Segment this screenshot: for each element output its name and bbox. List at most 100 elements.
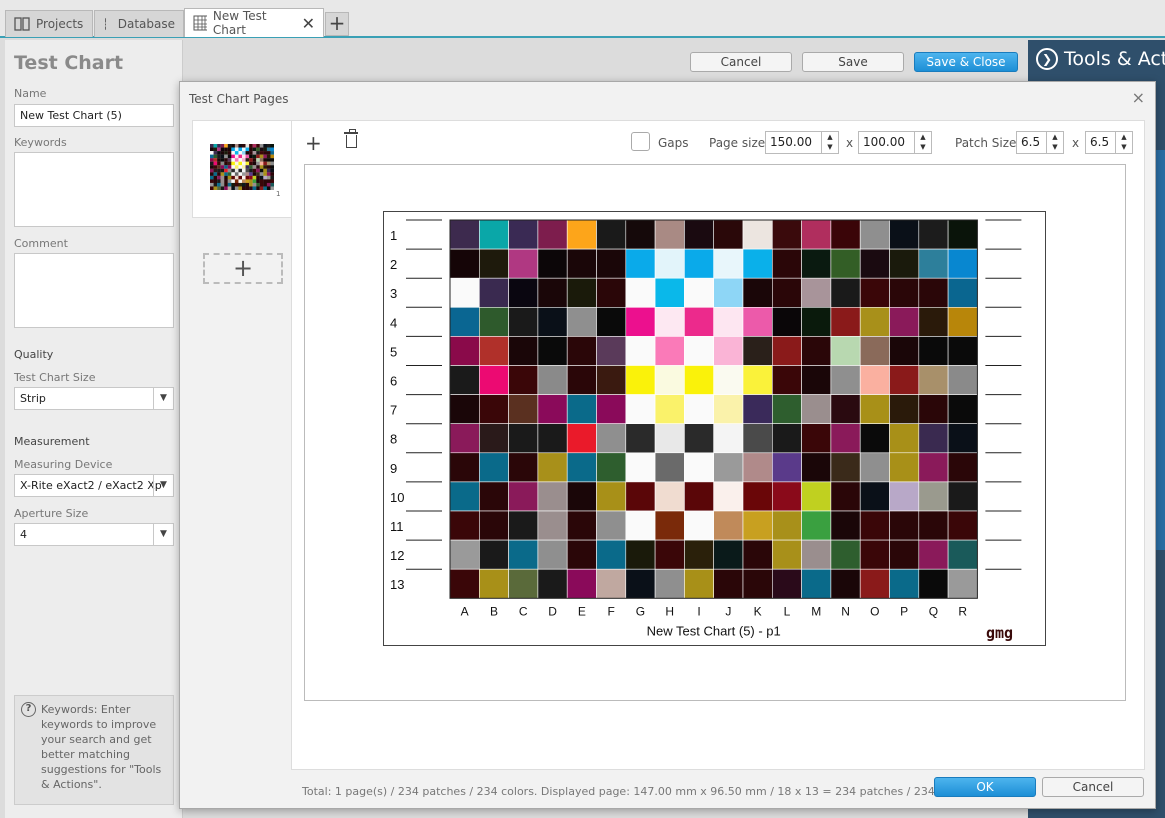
color-patch[interactable] xyxy=(537,568,568,599)
color-patch[interactable] xyxy=(771,219,802,250)
color-patch[interactable] xyxy=(801,510,832,541)
color-patch[interactable] xyxy=(625,336,656,366)
color-patch[interactable] xyxy=(566,568,597,599)
color-patch[interactable] xyxy=(830,248,861,279)
color-patch[interactable] xyxy=(859,365,890,395)
color-patch[interactable] xyxy=(801,539,832,570)
color-patch[interactable] xyxy=(654,452,685,483)
color-patch[interactable] xyxy=(830,481,861,512)
aperture-size-select[interactable]: 4 ▼ xyxy=(14,523,174,546)
color-patch[interactable] xyxy=(654,568,685,599)
color-patch[interactable] xyxy=(742,277,773,308)
color-patch[interactable] xyxy=(654,539,685,570)
color-patch[interactable] xyxy=(830,568,861,599)
color-patch[interactable] xyxy=(625,365,656,395)
color-patch[interactable] xyxy=(625,539,656,570)
color-patch[interactable] xyxy=(742,394,773,425)
color-patch[interactable] xyxy=(479,539,509,570)
color-patch[interactable] xyxy=(713,423,744,454)
color-patch[interactable] xyxy=(596,307,627,337)
color-patch[interactable] xyxy=(742,452,773,483)
color-patch[interactable] xyxy=(566,452,597,483)
color-patch[interactable] xyxy=(801,452,832,483)
color-patch[interactable] xyxy=(830,336,861,366)
color-patch[interactable] xyxy=(508,277,539,308)
color-patch[interactable] xyxy=(508,248,539,279)
color-patch[interactable] xyxy=(625,423,656,454)
color-patch[interactable] xyxy=(713,336,744,366)
color-patch[interactable] xyxy=(742,336,773,366)
color-patch[interactable] xyxy=(889,510,920,541)
color-patch[interactable] xyxy=(625,277,656,308)
patch-height-input[interactable]: 6.5 ▲ ▼ xyxy=(1085,131,1133,154)
color-patch[interactable] xyxy=(771,248,802,279)
color-patch[interactable] xyxy=(889,277,920,308)
save-button[interactable]: Save xyxy=(802,52,904,72)
color-patch[interactable] xyxy=(918,277,949,308)
color-patch[interactable] xyxy=(801,568,832,599)
color-patch[interactable] xyxy=(654,307,685,337)
color-patch[interactable] xyxy=(596,423,627,454)
color-patch[interactable] xyxy=(859,248,890,279)
color-patch[interactable] xyxy=(654,277,685,308)
color-patch[interactable] xyxy=(918,365,949,395)
stepper-arrows-icon[interactable]: ▲ ▼ xyxy=(914,132,931,153)
color-patch[interactable] xyxy=(479,510,509,541)
color-patch[interactable] xyxy=(742,307,773,337)
color-patch[interactable] xyxy=(918,307,949,337)
color-patch[interactable] xyxy=(713,248,744,279)
color-patch[interactable] xyxy=(625,510,656,541)
color-patch[interactable] xyxy=(654,481,685,512)
color-patch[interactable] xyxy=(889,248,920,279)
color-patch[interactable] xyxy=(859,277,890,308)
color-patch[interactable] xyxy=(449,277,480,308)
page-height-input[interactable]: 100.00 ▲ ▼ xyxy=(858,131,932,154)
add-patch-button[interactable]: + xyxy=(305,131,322,155)
color-patch[interactable] xyxy=(684,365,714,395)
color-patch[interactable] xyxy=(479,307,509,337)
color-patch[interactable] xyxy=(479,423,509,454)
color-patch[interactable] xyxy=(596,394,627,425)
color-patch[interactable] xyxy=(947,452,978,483)
color-patch[interactable] xyxy=(566,394,597,425)
gaps-checkbox[interactable] xyxy=(631,132,650,151)
color-patch[interactable] xyxy=(508,539,539,570)
color-patch[interactable] xyxy=(684,423,714,454)
color-patch[interactable] xyxy=(479,365,509,395)
color-patch[interactable] xyxy=(596,539,627,570)
color-patch[interactable] xyxy=(918,510,949,541)
color-patch[interactable] xyxy=(684,481,714,512)
color-patch[interactable] xyxy=(566,248,597,279)
color-patch[interactable] xyxy=(801,277,832,308)
name-input[interactable]: New Test Chart (5) xyxy=(14,104,174,127)
color-patch[interactable] xyxy=(566,277,597,308)
color-patch[interactable] xyxy=(684,219,714,250)
dialog-cancel-button[interactable]: Cancel xyxy=(1042,777,1144,797)
color-patch[interactable] xyxy=(625,394,656,425)
color-patch[interactable] xyxy=(889,452,920,483)
color-patch[interactable] xyxy=(479,219,509,250)
color-patch[interactable] xyxy=(684,277,714,308)
color-patch[interactable] xyxy=(889,336,920,366)
color-patch[interactable] xyxy=(918,336,949,366)
color-patch[interactable] xyxy=(684,568,714,599)
color-patch[interactable] xyxy=(537,452,568,483)
color-patch[interactable] xyxy=(449,219,480,250)
color-patch[interactable] xyxy=(449,510,480,541)
color-patch[interactable] xyxy=(859,539,890,570)
color-patch[interactable] xyxy=(801,307,832,337)
color-patch[interactable] xyxy=(947,510,978,541)
color-patch[interactable] xyxy=(537,307,568,337)
color-patch[interactable] xyxy=(859,568,890,599)
color-patch[interactable] xyxy=(889,219,920,250)
color-patch[interactable] xyxy=(947,307,978,337)
color-patch[interactable] xyxy=(449,539,480,570)
color-patch[interactable] xyxy=(537,423,568,454)
color-patch[interactable] xyxy=(508,394,539,425)
color-patch[interactable] xyxy=(684,539,714,570)
color-patch[interactable] xyxy=(654,510,685,541)
add-page-button[interactable]: + xyxy=(203,253,283,284)
color-patch[interactable] xyxy=(596,568,627,599)
color-patch[interactable] xyxy=(713,394,744,425)
color-patch[interactable] xyxy=(596,510,627,541)
